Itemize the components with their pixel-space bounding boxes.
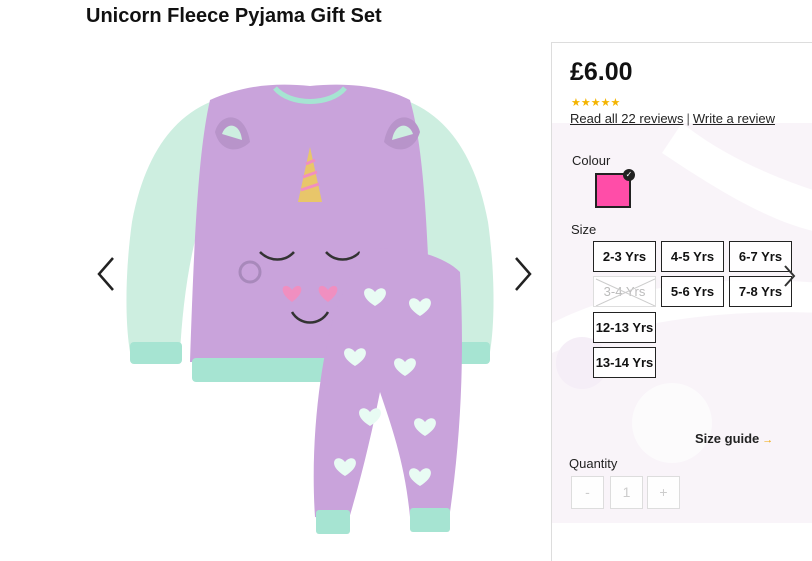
size-option[interactable]: 4-5 Yrs (661, 241, 724, 272)
colour-swatch-pink[interactable]: ✓ (595, 169, 635, 208)
rating-stars: ★★★★★ (571, 97, 621, 109)
size-option[interactable]: 5-6 Yrs (661, 276, 724, 307)
size-option[interactable]: 12-13 Yrs (593, 312, 656, 343)
chevron-left-icon[interactable] (93, 254, 119, 294)
reviews-row: Read all 22 reviews | Write a review (570, 111, 775, 126)
colour-label: Colour (572, 153, 611, 168)
separator: | (686, 111, 690, 126)
product-image (126, 84, 494, 534)
size-option-label: 3-4 Yrs (603, 284, 646, 299)
chevron-right-icon[interactable] (510, 254, 536, 294)
quantity-decrease-button[interactable]: - (571, 476, 604, 509)
quantity-label: Quantity (569, 456, 618, 471)
size-option[interactable]: 2-3 Yrs (593, 241, 656, 272)
read-reviews-link[interactable]: Read all 22 reviews (570, 111, 683, 126)
product-options-panel: £6.00 ★★★★★ Read all 22 reviews | Write a … (551, 42, 812, 561)
size-option-unavailable: 3-4 Yrs (593, 276, 656, 307)
product-title: Unicorn Fleece Pyjama Gift Set (86, 5, 382, 27)
product-gallery (0, 42, 550, 561)
arrow-right-icon: → (762, 434, 774, 446)
quantity-input[interactable]: 1 (610, 476, 643, 509)
chevron-right-icon[interactable] (781, 263, 797, 289)
price: £6.00 (570, 58, 633, 86)
size-guide-link[interactable]: Size guide → (695, 431, 773, 446)
size-guide-label: Size guide (695, 431, 760, 446)
write-review-link[interactable]: Write a review (693, 111, 775, 126)
size-label: Size (571, 222, 597, 237)
checkmark-icon: ✓ (623, 169, 635, 181)
quantity-increase-button[interactable]: + (647, 476, 680, 509)
size-option[interactable]: 13-14 Yrs (593, 347, 656, 378)
